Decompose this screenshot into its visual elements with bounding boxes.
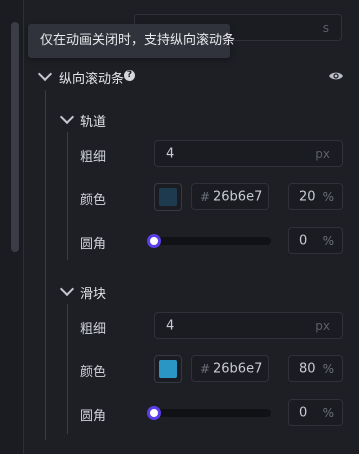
thumb-thickness-unit: px: [315, 318, 330, 333]
track-thickness-label: 粗细: [80, 150, 107, 165]
chevron-down-icon[interactable]: [37, 66, 53, 82]
thumb-radius-slider-handle[interactable]: [147, 406, 161, 420]
thumb-opacity-input[interactable]: 80 %: [288, 355, 343, 382]
tree-guide-outer: [45, 90, 46, 440]
percent-symbol: %: [322, 405, 334, 420]
thumb-radius-input[interactable]: 0 %: [288, 399, 343, 426]
chevron-down-icon[interactable]: [59, 281, 75, 297]
duration-unit: s: [322, 20, 329, 35]
track-color-swatch[interactable]: [154, 183, 182, 211]
thumb-color-swatch[interactable]: [154, 355, 182, 383]
track-thickness-unit: px: [315, 146, 330, 161]
percent-symbol: %: [322, 361, 334, 376]
track-color-hex: 26b6e7: [213, 189, 263, 204]
track-thickness-value: 4: [166, 146, 175, 161]
thumb-radius-slider[interactable]: [154, 409, 271, 417]
track-radius-value: 0: [299, 233, 308, 248]
group-title-track: 轨道: [80, 115, 107, 130]
thumb-color-hex-input[interactable]: # 26b6e7: [191, 355, 269, 382]
thumb-opacity-value: 80: [299, 361, 316, 376]
track-color-fill: [159, 188, 177, 206]
thumb-radius-label: 圆角: [80, 409, 107, 424]
track-radius-slider[interactable]: [154, 237, 271, 245]
thumb-radius-value: 0: [299, 405, 308, 420]
thumb-thickness-label: 粗细: [80, 322, 107, 337]
track-color-hex-input[interactable]: # 26b6e7: [191, 183, 269, 210]
track-radius-label: 圆角: [80, 237, 107, 252]
thumb-thickness-value: 4: [166, 318, 175, 333]
tree-guide-thumb: [67, 304, 68, 434]
track-radius-input[interactable]: 0 %: [288, 227, 343, 254]
thumb-thickness-input[interactable]: 4 px: [154, 312, 343, 339]
thumb-color-label: 颜色: [80, 365, 107, 380]
track-thickness-input[interactable]: 4 px: [154, 140, 343, 167]
percent-symbol: %: [322, 233, 334, 248]
thumb-color-hex: 26b6e7: [213, 361, 263, 376]
hash-symbol: #: [200, 361, 211, 376]
question-circle-icon[interactable]: ?: [124, 70, 135, 81]
chevron-down-icon[interactable]: [59, 109, 75, 125]
hash-symbol: #: [200, 189, 211, 204]
group-title-thumb: 滑块: [80, 287, 107, 302]
thumb-color-fill: [159, 360, 177, 378]
track-color-label: 颜色: [80, 193, 107, 208]
percent-symbol: %: [322, 189, 334, 204]
panel-scrollbar-thumb[interactable]: [11, 22, 19, 252]
track-radius-slider-handle[interactable]: [147, 234, 161, 248]
track-opacity-value: 20: [299, 189, 316, 204]
tree-guide-track: [67, 132, 68, 260]
eye-icon[interactable]: [328, 70, 344, 82]
track-opacity-input[interactable]: 20 %: [288, 183, 343, 210]
section-title-vertical-scrollbar: 纵向滚动条: [59, 72, 125, 87]
tooltip: 仅在动画关闭时，支持纵向滚动条: [28, 24, 235, 58]
